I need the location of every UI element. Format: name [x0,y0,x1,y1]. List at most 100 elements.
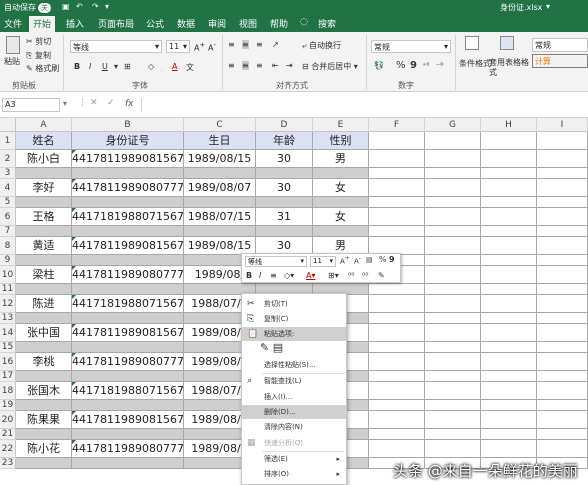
column-header-e[interactable]: E [313,118,369,132]
name-cell[interactable]: 陈小白 [16,150,72,168]
empty-cell[interactable] [369,179,425,197]
empty-cell[interactable] [537,266,588,284]
fx-icon[interactable]: fx [125,99,134,109]
empty-cell[interactable] [369,353,425,371]
blank-cell[interactable] [313,226,369,237]
mini-font-color-icon[interactable]: A▾ [306,271,316,280]
row-header[interactable]: 10 [0,266,16,284]
mini-size-select[interactable]: 11 ▾ [310,256,336,267]
empty-cell[interactable] [537,226,588,237]
tab-help[interactable]: 帮助 [270,17,288,30]
style-calc[interactable]: 计算 [532,54,588,68]
tab-view[interactable]: 视图 [239,17,257,30]
conditional-format-button[interactable]: 条件格式 [459,58,491,69]
increase-decimal-icon[interactable]: ⁺⁰ [422,61,429,70]
underline-button[interactable]: U [102,62,108,71]
blank-cell[interactable] [256,197,313,208]
autosave-toggle[interactable]: 关 [38,3,51,13]
name-cell[interactable]: 王格 [16,208,72,226]
empty-cell[interactable] [369,168,425,179]
blank-cell[interactable] [16,284,72,295]
empty-cell[interactable] [425,371,481,382]
blank-cell[interactable] [72,400,184,411]
table-format-button[interactable]: 套用表格格式 [489,58,531,78]
empty-cell[interactable] [537,237,588,255]
copy-button[interactable]: ⎘ 复制 [26,50,51,61]
quick-access-dropdown-icon[interactable]: ▾ [105,2,109,11]
bold-button[interactable]: B [74,62,80,71]
redo-icon[interactable]: ↷ [92,2,99,11]
header-cell-gender[interactable]: 性别 [313,132,369,150]
blank-cell[interactable] [72,284,184,295]
blank-cell[interactable] [313,197,369,208]
empty-cell[interactable] [369,411,425,429]
empty-cell[interactable] [481,266,537,284]
font-name-select[interactable]: 等线 ▾ [70,40,162,53]
empty-cell[interactable] [537,324,588,342]
mini-fill-color-icon[interactable]: ◇▾ [284,271,294,280]
empty-cell[interactable] [481,179,537,197]
empty-cell[interactable] [369,429,425,440]
empty-cell[interactable] [481,382,537,400]
blank-cell[interactable] [256,226,313,237]
name-cell[interactable]: 陈进 [16,295,72,313]
birth-cell[interactable]: 1988/07/15 [184,208,256,226]
percent-button[interactable]: % [396,60,406,71]
name-cell[interactable]: 陈果果 [16,411,72,429]
empty-cell[interactable] [425,168,481,179]
empty-cell[interactable] [537,371,588,382]
menu-item-11[interactable]: 排序(O) ▸ [242,467,346,481]
tab-review[interactable]: 审阅 [208,17,226,30]
align-right-icon[interactable]: ≡ [256,61,263,70]
empty-cell[interactable] [481,150,537,168]
row-header[interactable]: 5 [0,197,16,208]
empty-cell[interactable] [537,150,588,168]
empty-cell[interactable] [481,429,537,440]
empty-cell[interactable] [425,132,481,150]
empty-cell[interactable] [425,237,481,255]
empty-cell[interactable] [481,295,537,313]
empty-cell[interactable] [537,284,588,295]
blank-cell[interactable] [16,342,72,353]
blank-cell[interactable] [72,255,184,266]
empty-cell[interactable] [481,197,537,208]
save-icon[interactable]: ▣ [62,2,70,11]
mini-comma-button[interactable]: 9 [389,255,395,264]
menu-item-10[interactable]: 筛选(E) ▸ [242,452,346,466]
gender-cell[interactable]: 女 [313,208,369,226]
id-cell[interactable]: 441781198908077723 [72,353,184,371]
empty-cell[interactable] [425,179,481,197]
blank-cell[interactable] [72,342,184,353]
empty-cell[interactable] [425,400,481,411]
decrease-font-icon[interactable]: A- [208,41,216,53]
empty-cell[interactable] [537,440,588,458]
empty-cell[interactable] [537,208,588,226]
empty-cell[interactable] [425,208,481,226]
empty-cell[interactable] [425,411,481,429]
menu-item-5[interactable]: ⌕ 智能查找(L) [242,374,346,388]
birth-cell[interactable]: 1989/08/07 [184,179,256,197]
id-cell[interactable]: 441781198908156777 [72,237,184,255]
outdent-icon[interactable]: ⇥ [286,61,293,70]
menu-item-3[interactable]: ✎ ▤ [242,341,346,355]
empty-cell[interactable] [425,197,481,208]
cancel-icon[interactable]: ✕ [90,98,98,108]
select-all-corner[interactable] [0,118,16,132]
mini-align-icon[interactable]: ≡ [270,271,277,280]
dropdown-icon[interactable]: ▾ [546,2,550,11]
age-cell[interactable]: 31 [256,208,313,226]
tab-page-layout[interactable]: 页面布局 [98,17,134,30]
blank-cell[interactable] [72,226,184,237]
name-cell[interactable]: 李桃 [16,353,72,371]
column-header-a[interactable]: A [16,118,72,132]
row-header[interactable]: 18 [0,382,16,400]
italic-button[interactable]: I [89,62,91,71]
mini-font-select[interactable]: 等线 ▾ [245,256,307,267]
empty-cell[interactable] [425,226,481,237]
birth-cell[interactable]: 1989/08/15 [184,150,256,168]
age-cell[interactable]: 30 [256,150,313,168]
gender-cell[interactable]: 女 [313,179,369,197]
id-cell[interactable]: 441781198908077723 [72,440,184,458]
fill-color-icon[interactable]: ◇ [148,62,154,71]
mini-border-icon[interactable]: ⊞▾ [328,271,339,280]
